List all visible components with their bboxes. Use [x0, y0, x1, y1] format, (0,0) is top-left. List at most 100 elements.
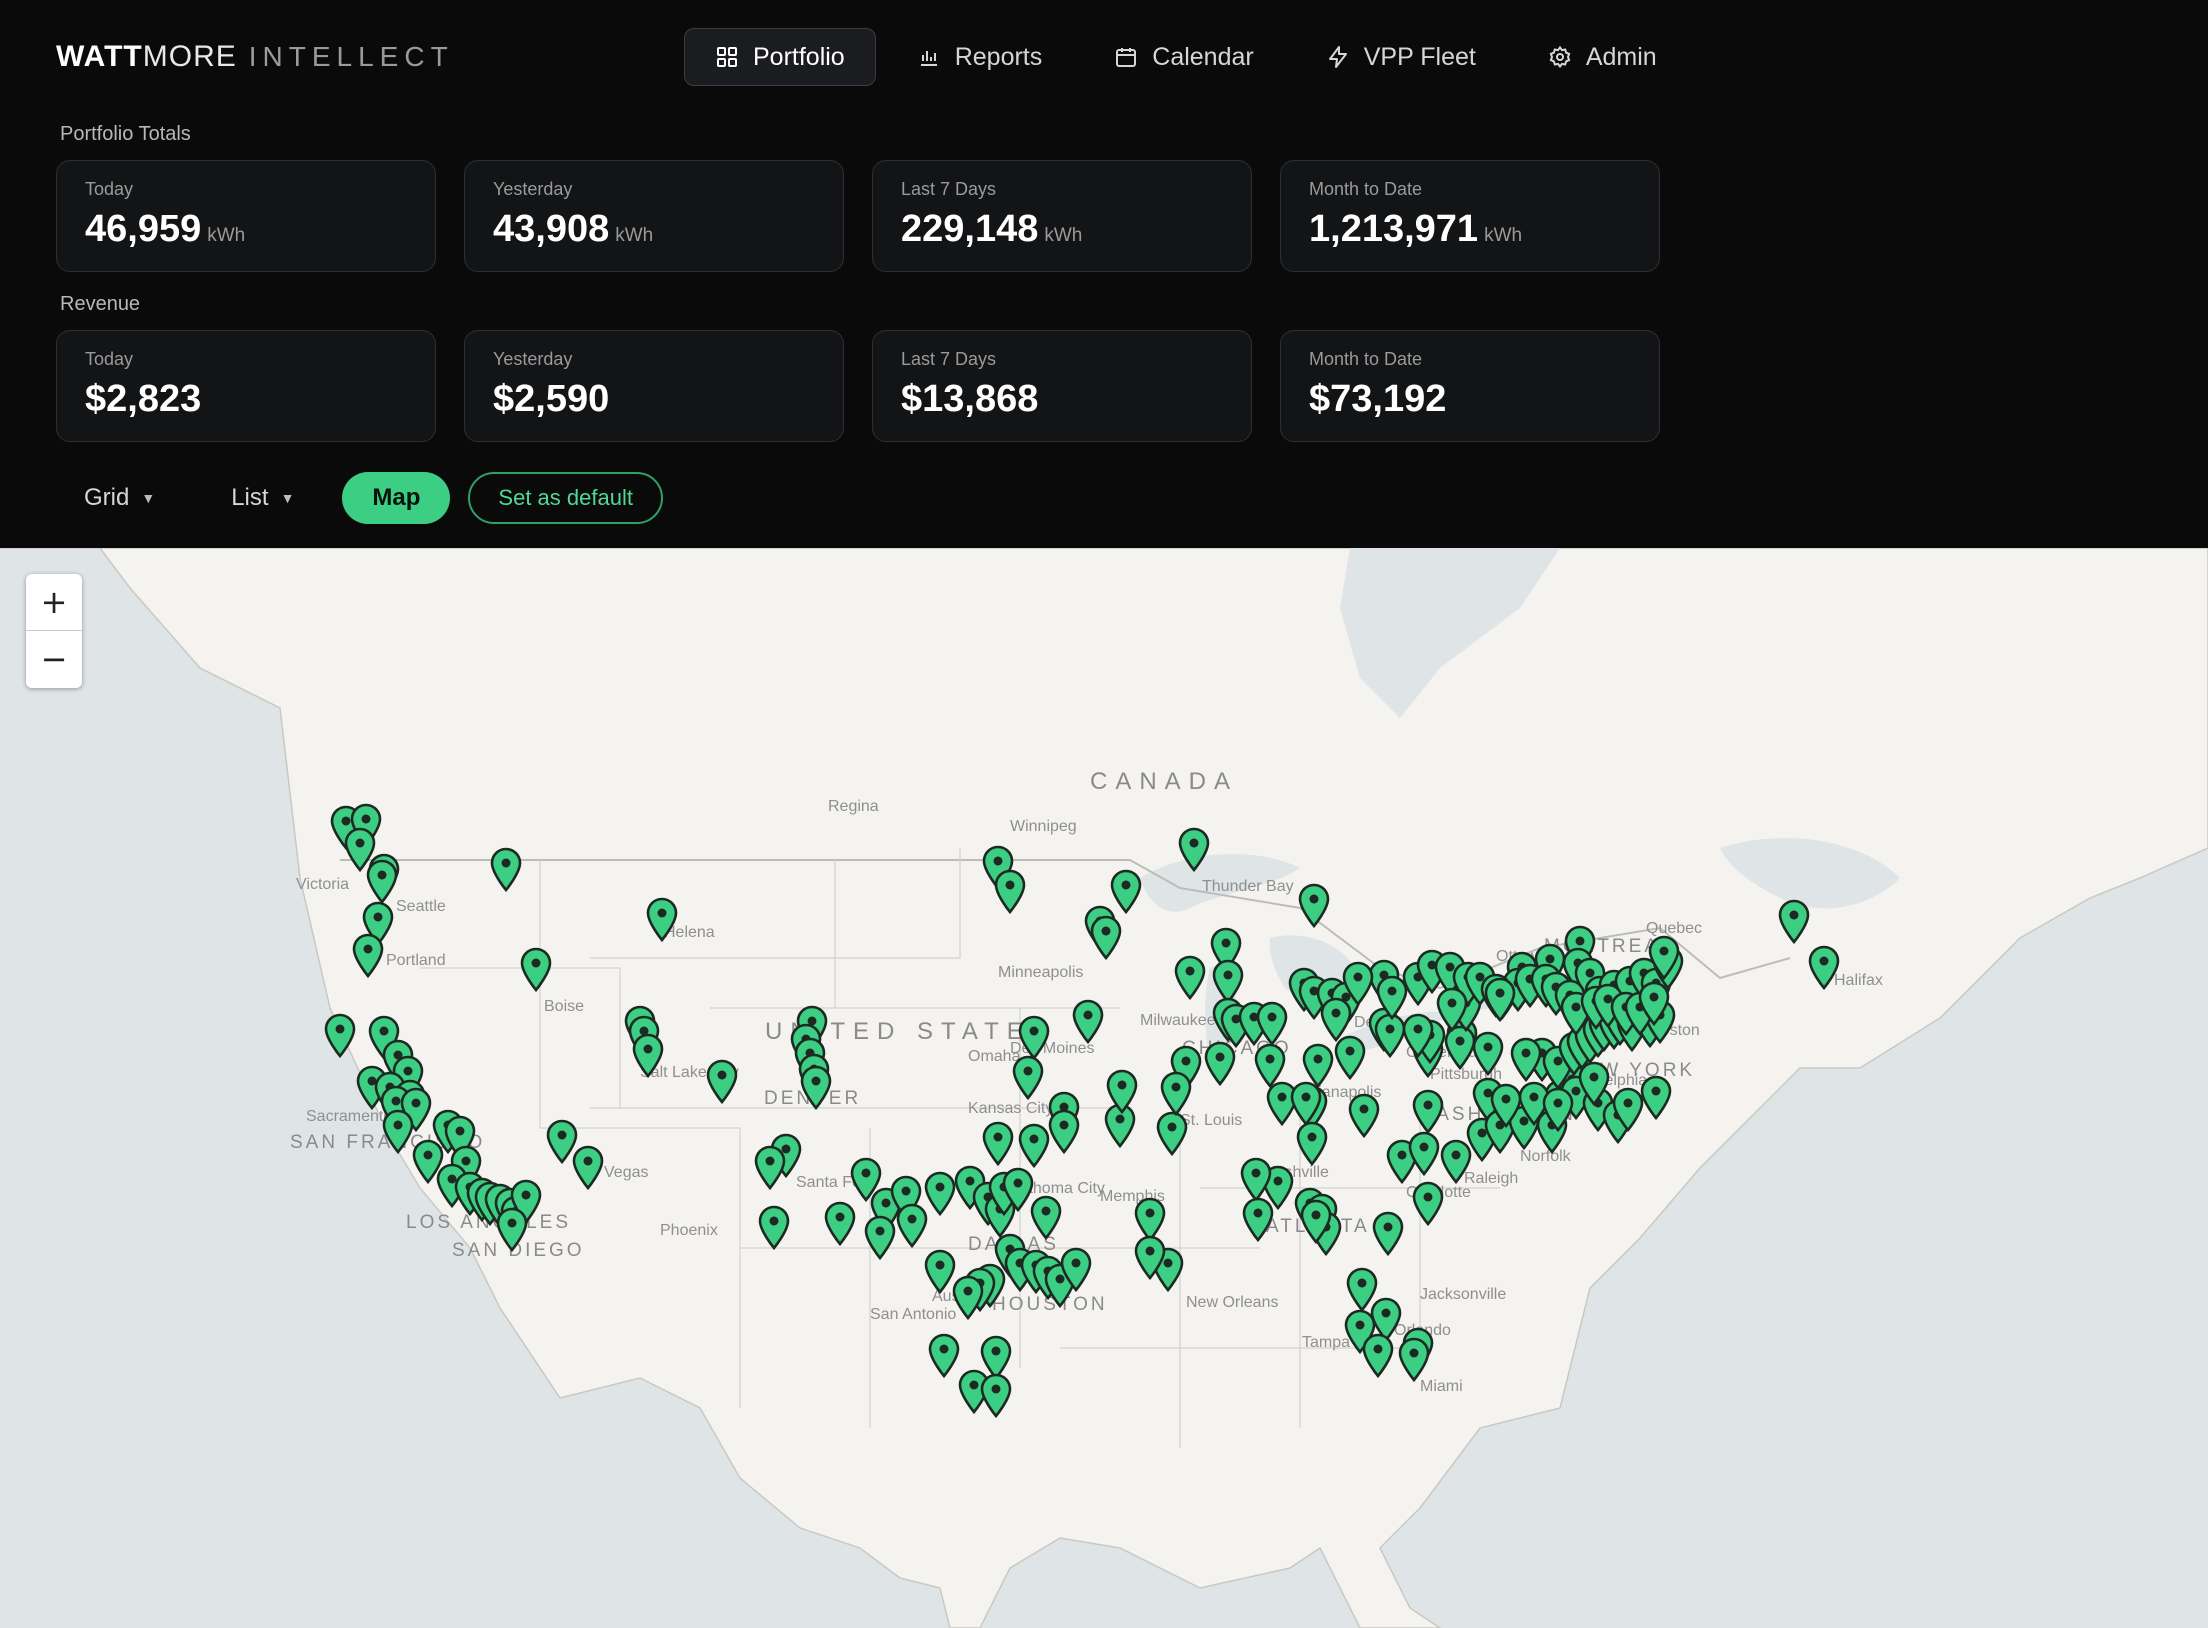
kpi-unit: kWh — [207, 225, 246, 246]
site-pin-icon[interactable] — [923, 1248, 957, 1294]
site-pin-icon[interactable] — [1071, 998, 1105, 1044]
site-pin-icon[interactable] — [1203, 1040, 1237, 1086]
map-view-button[interactable]: Map — [342, 472, 451, 524]
site-pin-icon[interactable] — [863, 1214, 897, 1260]
site-pin-icon[interactable] — [1241, 1196, 1275, 1242]
site-pin-icon[interactable] — [381, 1108, 415, 1154]
site-pin-icon[interactable] — [1133, 1234, 1167, 1280]
site-pin-icon[interactable] — [571, 1144, 605, 1190]
site-pin-icon[interactable] — [927, 1332, 961, 1378]
site-pin-icon[interactable] — [1155, 1110, 1189, 1156]
zoom-out-button[interactable]: − — [26, 631, 82, 687]
set-default-button[interactable]: Set as default — [468, 472, 663, 524]
map-label: Boise — [544, 998, 585, 1015]
site-pin-icon[interactable] — [1647, 934, 1681, 980]
site-pin-icon[interactable] — [981, 1120, 1015, 1166]
site-pin-icon[interactable] — [823, 1200, 857, 1246]
site-pin-icon[interactable] — [1637, 980, 1671, 1026]
brand-logo-mid: MORE — [142, 40, 237, 73]
map-label: Regina — [828, 798, 879, 815]
site-pin-icon[interactable] — [799, 1064, 833, 1110]
kpi-card-energy-last-7-days: Last 7 Days 229,148 kWh — [872, 160, 1252, 272]
site-pin-icon[interactable] — [993, 868, 1027, 914]
sites-map[interactable]: + − CANADA UNITED STATES Regina Winnipeg Thu… — [0, 548, 2208, 1628]
nav-portfolio[interactable]: Portfolio — [684, 28, 876, 86]
site-pin-icon[interactable] — [1397, 1336, 1431, 1382]
site-pin-icon[interactable] — [1109, 868, 1143, 914]
nav-reports-label: Reports — [954, 42, 1043, 71]
kpi-card-revenue-today: Today $2,823 — [56, 330, 436, 442]
site-pin-icon[interactable] — [351, 932, 385, 978]
brand-logo[interactable]: WATTMORE INTELLECT — [56, 40, 454, 74]
site-pin-icon[interactable] — [1347, 1092, 1381, 1138]
site-pin-icon[interactable] — [1177, 826, 1211, 872]
site-pin-icon[interactable] — [631, 1032, 665, 1078]
site-pin-icon[interactable] — [1541, 1086, 1575, 1132]
nav-admin[interactable]: Admin — [1517, 28, 1688, 86]
site-pin-icon[interactable] — [705, 1058, 739, 1104]
site-pin-icon[interactable] — [1333, 1034, 1367, 1080]
site-pin-icon[interactable] — [1289, 1080, 1323, 1126]
site-pin-icon[interactable] — [1255, 1000, 1289, 1046]
site-pin-icon[interactable] — [1411, 1088, 1445, 1134]
site-pin-icon[interactable] — [645, 896, 679, 942]
site-pin-icon[interactable] — [1411, 1180, 1445, 1226]
site-pin-icon[interactable] — [895, 1202, 929, 1248]
site-pin-icon[interactable] — [1483, 976, 1517, 1022]
map-label: Thunder Bay — [1202, 878, 1294, 895]
kpi-card-revenue-yesterday: Yesterday $2,590 — [464, 330, 844, 442]
site-pin-icon[interactable] — [495, 1206, 529, 1252]
site-pin-icon[interactable] — [365, 858, 399, 904]
site-pin-icon[interactable] — [753, 1144, 787, 1190]
grid-view-dropdown[interactable]: Grid ▼ — [56, 472, 183, 524]
caret-down-icon: ▼ — [280, 490, 295, 506]
site-pin-icon[interactable] — [1407, 1130, 1441, 1176]
zoom-in-button[interactable]: + — [26, 574, 82, 631]
kpi-number: 46,959 — [85, 208, 202, 250]
site-pin-icon[interactable] — [1341, 960, 1375, 1006]
site-pin-icon[interactable] — [1807, 944, 1841, 990]
site-pin-icon[interactable] — [1173, 954, 1207, 1000]
site-pin-icon[interactable] — [1011, 1054, 1045, 1100]
site-pin-icon[interactable] — [1509, 1036, 1543, 1082]
site-pin-icon[interactable] — [1159, 1070, 1193, 1116]
revenue-cards: Today $2,823 Yesterday $2,590 Last 7 Day… — [56, 330, 1660, 442]
site-pin-icon[interactable] — [519, 946, 553, 992]
site-pin-icon[interactable] — [323, 1012, 357, 1058]
site-pin-icon[interactable] — [1295, 1120, 1329, 1166]
site-pin-icon[interactable] — [1375, 974, 1409, 1020]
site-pin-icon[interactable] — [1435, 986, 1469, 1032]
map-label: Vegas — [604, 1164, 649, 1181]
site-pin-icon[interactable] — [1029, 1194, 1063, 1240]
site-pin-icon[interactable] — [757, 1204, 791, 1250]
site-pin-icon[interactable] — [1297, 882, 1331, 928]
map-label: CANADA — [1090, 768, 1239, 795]
nav-reports[interactable]: Reports — [886, 28, 1074, 86]
kpi-value: 1,213,971 kWh — [1309, 208, 1631, 251]
site-pin-icon[interactable] — [1361, 1332, 1395, 1378]
nav-calendar[interactable]: Calendar — [1083, 28, 1284, 86]
site-pin-icon[interactable] — [1371, 1210, 1405, 1256]
kpi-value: $73,192 — [1309, 378, 1447, 420]
site-pin-icon[interactable] — [1017, 1122, 1051, 1168]
list-view-dropdown[interactable]: List ▼ — [203, 472, 322, 524]
map-label: Jacksonville — [1420, 1286, 1507, 1303]
site-pin-icon[interactable] — [1047, 1108, 1081, 1154]
site-pin-icon[interactable] — [1089, 914, 1123, 960]
kpi-value: $13,868 — [901, 378, 1039, 420]
portfolio-totals-cards: Today 46,959 kWh Yesterday 43,908 kWh Last… — [56, 160, 1660, 272]
site-pin-icon[interactable] — [979, 1372, 1013, 1418]
brand-logo-suffix: INTELLECT — [248, 41, 454, 72]
site-pin-icon[interactable] — [1489, 1082, 1523, 1128]
nav-vpp-fleet[interactable]: VPP Fleet — [1295, 28, 1507, 86]
view-switcher: Grid ▼ List ▼ Map Set as default — [56, 472, 663, 524]
site-pin-icon[interactable] — [1105, 1068, 1139, 1114]
site-pin-icon[interactable] — [1639, 1074, 1673, 1120]
kpi-label: Last 7 Days — [901, 349, 997, 369]
site-pin-icon[interactable] — [1299, 1198, 1333, 1244]
site-pin-icon[interactable] — [1777, 898, 1811, 944]
zoom-controls: + − — [26, 574, 82, 688]
kpi-unit: kWh — [1044, 225, 1083, 246]
site-pin-icon[interactable] — [1059, 1246, 1093, 1292]
site-pin-icon[interactable] — [489, 846, 523, 892]
